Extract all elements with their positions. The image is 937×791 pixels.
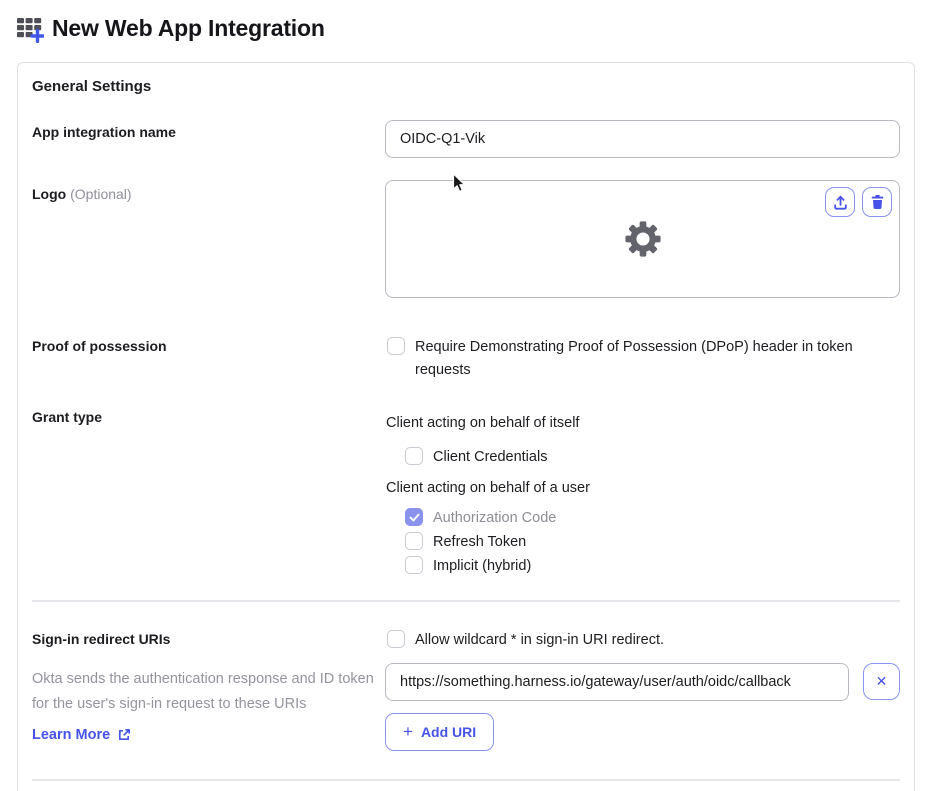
logo-label: Logo (Optional): [32, 186, 132, 202]
signin-redirect-uris-label: Sign-in redirect URIs: [32, 631, 171, 647]
implicit-hybrid-checkbox[interactable]: [405, 556, 423, 574]
dpop-option: Require Demonstrating Proof of Possessio…: [387, 336, 867, 382]
wildcard-checkbox[interactable]: [387, 630, 405, 648]
signin-redirect-uri-input[interactable]: [385, 663, 849, 701]
refresh-token-label: Refresh Token: [433, 534, 527, 550]
checkmark-icon: [409, 513, 419, 521]
client-credentials-label: Client Credentials: [433, 449, 548, 465]
client-credentials-checkbox[interactable]: [405, 447, 423, 465]
grant-group-self-heading: Client acting on behalf of itself: [386, 415, 580, 431]
gear-icon: [624, 221, 661, 257]
external-link-icon: [119, 728, 131, 741]
new-web-app-integration-page: New Web App Integration General Settings…: [0, 0, 937, 791]
proof-of-possession-label: Proof of possession: [32, 338, 167, 354]
trash-icon: [871, 195, 883, 209]
grant-option-implicit-hybrid: Implicit (hybrid): [405, 555, 531, 578]
plus-icon: +: [403, 721, 413, 741]
authorization-code-checkbox[interactable]: [405, 508, 423, 526]
learn-more-link[interactable]: Learn More: [32, 727, 131, 743]
add-uri-label: Add URI: [420, 724, 477, 740]
grant-option-client-credentials: Client Credentials: [405, 446, 547, 469]
wildcard-option-label: Allow wildcard * in sign-in URI redirect…: [415, 632, 664, 648]
page-title: New Web App Integration: [52, 14, 325, 41]
grant-option-refresh-token: Refresh Token: [405, 531, 526, 554]
implicit-hybrid-label: Implicit (hybrid): [433, 558, 532, 574]
upload-icon: [833, 195, 847, 210]
learn-more-label: Learn More: [32, 727, 111, 743]
section-title: General Settings: [32, 78, 152, 95]
app-integration-name-label: App integration name: [32, 124, 176, 140]
dpop-checkbox[interactable]: [387, 337, 405, 355]
delete-logo-button[interactable]: [862, 187, 892, 217]
close-icon: ✕: [875, 673, 888, 689]
upload-logo-button[interactable]: [825, 187, 855, 217]
dpop-option-label: Require Demonstrating Proof of Possessio…: [415, 339, 853, 378]
logo-preview-box[interactable]: [385, 180, 900, 298]
grant-group-user-heading: Client acting on behalf of a user: [386, 480, 590, 496]
general-settings-panel: General Settings App integration name Lo…: [17, 62, 915, 791]
app-grid-plus-icon: [17, 18, 44, 43]
bottom-divider: [32, 779, 900, 781]
grant-type-label: Grant type: [32, 409, 103, 425]
signin-redirect-description: Okta sends the authentication response a…: [32, 671, 374, 712]
add-uri-button[interactable]: + Add URI: [385, 713, 495, 751]
grant-option-authorization-code: Authorization Code: [405, 507, 556, 530]
logo-actions: [825, 187, 892, 217]
page-header: New Web App Integration: [16, 13, 325, 43]
section-divider: [32, 600, 900, 602]
authorization-code-label: Authorization Code: [433, 510, 557, 526]
logo-optional-label: (Optional): [70, 186, 132, 202]
remove-uri-button[interactable]: ✕: [863, 663, 900, 700]
refresh-token-checkbox[interactable]: [405, 532, 423, 550]
app-integration-name-input[interactable]: [385, 120, 900, 158]
wildcard-option: Allow wildcard * in sign-in URI redirect…: [387, 629, 664, 652]
